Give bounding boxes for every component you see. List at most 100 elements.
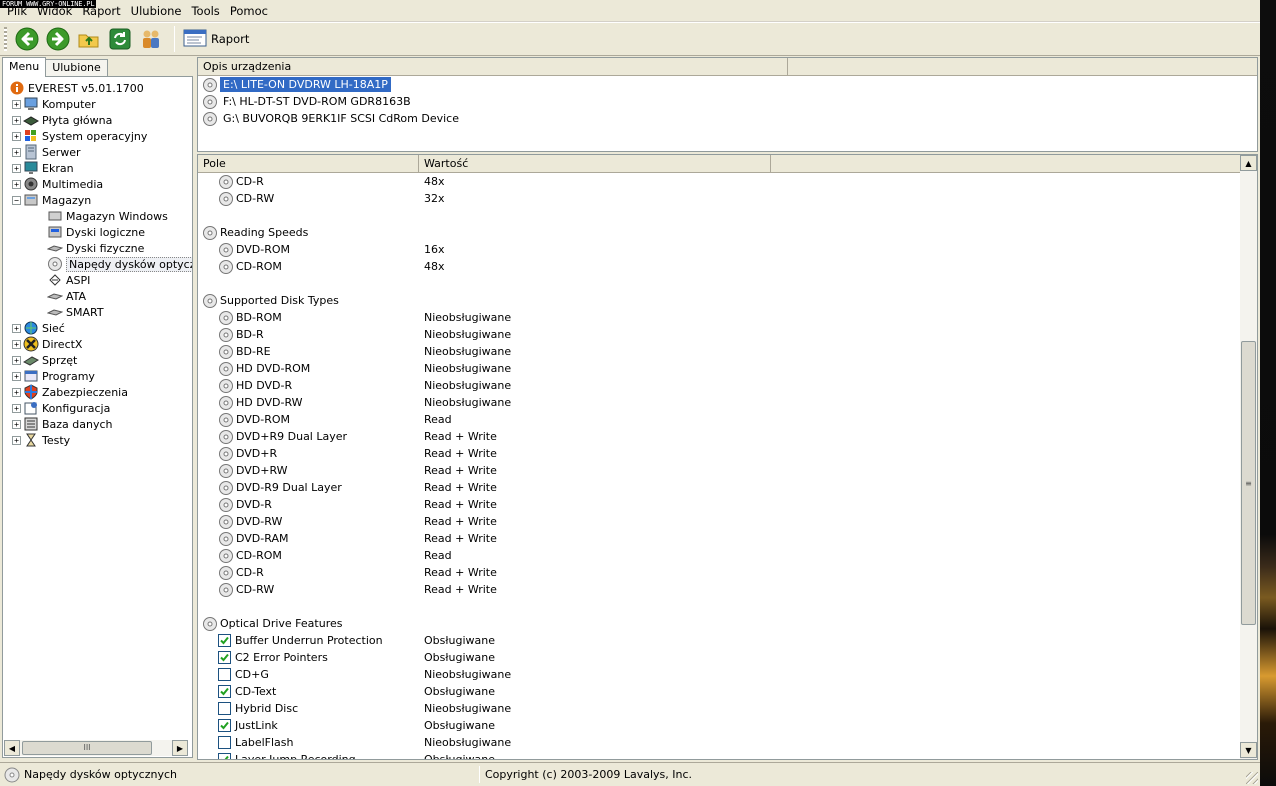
scroll-up-button[interactable]: ▲ (1240, 155, 1257, 171)
empty-column-header[interactable] (771, 155, 1241, 173)
value-column-header[interactable]: Wartość (419, 155, 771, 173)
scroll-track[interactable]: III (20, 740, 172, 756)
detail-row[interactable]: DVD+R9 Dual Layer Read + Write (198, 428, 1238, 445)
tree-item[interactable]: + Sieć (12, 320, 65, 336)
expand-toggle[interactable]: + (12, 323, 21, 333)
detail-row[interactable]: Layer Jump Recording Obsługiwane (198, 751, 1238, 759)
menu-help[interactable]: Pomoc (225, 1, 273, 20)
users-button[interactable] (137, 25, 165, 53)
device-row[interactable]: F:\ HL-DT-ST DVD-ROM GDR8163B (202, 93, 414, 110)
tree-subitem[interactable]: Dyski fizyczne (45, 240, 144, 256)
detail-row[interactable]: DVD-ROM 16x (198, 241, 1238, 258)
device-row[interactable]: G:\ BUVORQB 9ERK1IF SCSI CdRom Device (202, 110, 462, 127)
tree-item[interactable]: + DirectX (12, 336, 82, 352)
detail-row[interactable]: BD-ROM Nieobsługiwane (198, 309, 1238, 326)
detail-row[interactable]: DVD-R Read + Write (198, 496, 1238, 513)
group-header-row[interactable]: Optical Drive Features (198, 615, 1238, 632)
expand-toggle[interactable]: + (12, 355, 21, 365)
tree-item[interactable]: + System operacyjny (12, 128, 147, 144)
tree-item[interactable]: + Serwer (12, 144, 81, 160)
detail-row[interactable]: C2 Error Pointers Obsługiwane (198, 649, 1238, 666)
tree-item[interactable]: + Sprzęt (12, 352, 77, 368)
tree-item[interactable]: + Multimedia (12, 176, 103, 192)
detail-row[interactable]: CD-ROM 48x (198, 258, 1238, 275)
scroll-left-button[interactable]: ◀ (4, 740, 20, 756)
tree-subitem[interactable]: Dyski logiczne (45, 224, 145, 240)
device-description-column-header[interactable]: Opis urządzenia (198, 58, 788, 76)
navigation-tree[interactable]: EVEREST v5.01.1700 + Komputer + Płyta główna… (2, 76, 193, 758)
field-column-header[interactable]: Pole (198, 155, 419, 173)
expand-toggle[interactable]: + (12, 387, 21, 397)
menu-tools[interactable]: Tools (186, 1, 224, 20)
tree-item[interactable]: + Ekran (12, 160, 74, 176)
expand-toggle[interactable]: + (12, 163, 21, 173)
expand-toggle[interactable]: + (12, 131, 21, 141)
tree-subitem[interactable]: SMART (45, 304, 104, 320)
detail-row[interactable]: HD DVD-R Nieobsługiwane (198, 377, 1238, 394)
tree-subitem[interactable]: Napędy dysków optycznych (45, 256, 192, 272)
detail-row[interactable]: Buffer Underrun Protection Obsługiwane (198, 632, 1238, 649)
detail-row[interactable]: Hybrid Disc Nieobsługiwane (198, 700, 1238, 717)
detail-row[interactable]: CD-R Read + Write (198, 564, 1238, 581)
toolbar-grip[interactable] (4, 27, 7, 51)
detail-row[interactable]: DVD-RW Read + Write (198, 513, 1238, 530)
detail-row[interactable]: BD-R Nieobsługiwane (198, 326, 1238, 343)
resize-grip[interactable] (1246, 772, 1258, 784)
scroll-down-button[interactable]: ▼ (1240, 742, 1257, 758)
detail-row[interactable]: DVD-RAM Read + Write (198, 530, 1238, 547)
expand-toggle[interactable]: + (12, 403, 21, 413)
tree-horizontal-scrollbar[interactable]: ◀ III ▶ (4, 740, 188, 756)
details-vertical-scrollbar[interactable]: ▲ ≡ ▼ (1240, 155, 1257, 759)
tree-subitem[interactable]: ASPI (45, 272, 90, 288)
refresh-button[interactable] (106, 25, 134, 53)
expand-toggle[interactable]: + (12, 115, 21, 125)
device-row[interactable]: E:\ LITE-ON DVDRW LH-18A1P (202, 76, 391, 93)
detail-row[interactable]: DVD-R9 Dual Layer Read + Write (198, 479, 1238, 496)
expand-toggle[interactable]: − (12, 195, 21, 205)
tree-item[interactable]: + Konfiguracja (12, 400, 110, 416)
expand-toggle[interactable]: + (12, 147, 21, 157)
tree-item[interactable]: + Baza danych (12, 416, 113, 432)
detail-row[interactable]: DVD-ROM Read (198, 411, 1238, 428)
detail-row[interactable]: HD DVD-ROM Nieobsługiwane (198, 360, 1238, 377)
detail-row[interactable]: BD-RE Nieobsługiwane (198, 343, 1238, 360)
expand-toggle[interactable]: + (12, 419, 21, 429)
back-button[interactable] (13, 25, 41, 53)
scroll-thumb[interactable]: ≡ (1241, 341, 1256, 625)
group-header-row[interactable]: Supported Disk Types (198, 292, 1238, 309)
detail-row[interactable]: DVD+RW Read + Write (198, 462, 1238, 479)
tree-item[interactable]: + Testy (12, 432, 70, 448)
tree-item[interactable]: − Magazyn (12, 192, 91, 208)
up-folder-button[interactable] (75, 25, 103, 53)
tree-item[interactable]: + Komputer (12, 96, 96, 112)
detail-row[interactable]: CD-R 48x (198, 173, 1238, 190)
tree-root[interactable]: EVEREST v5.01.1700 (7, 80, 144, 96)
scroll-right-button[interactable]: ▶ (172, 740, 188, 756)
tree-item[interactable]: + Płyta główna (12, 112, 112, 128)
scroll-thumb[interactable]: III (22, 741, 152, 755)
detail-row[interactable]: CD-RW Read + Write (198, 581, 1238, 598)
detail-row[interactable]: CD+G Nieobsługiwane (198, 666, 1238, 683)
detail-row[interactable]: CD-Text Obsługiwane (198, 683, 1238, 700)
detail-row[interactable]: CD-ROM Read (198, 547, 1238, 564)
tab-menu[interactable]: Menu (2, 57, 47, 77)
empty-column-header[interactable] (788, 58, 1257, 76)
expand-toggle[interactable]: + (12, 371, 21, 381)
tree-subitem[interactable]: Magazyn Windows (45, 208, 168, 224)
detail-row[interactable]: JustLink Obsługiwane (198, 717, 1238, 734)
expand-toggle[interactable]: + (12, 435, 21, 445)
menu-favorites[interactable]: Ulubione (126, 1, 187, 20)
expand-toggle[interactable]: + (12, 179, 21, 189)
expand-toggle[interactable]: + (12, 99, 21, 109)
detail-row[interactable]: HD DVD-RW Nieobsługiwane (198, 394, 1238, 411)
tree-subitem[interactable]: ATA (45, 288, 86, 304)
detail-row[interactable]: LabelFlash Nieobsługiwane (198, 734, 1238, 751)
detail-row[interactable]: DVD+R Read + Write (198, 445, 1238, 462)
tab-favorites[interactable]: Ulubione (45, 59, 108, 77)
report-button[interactable]: Raport (181, 25, 255, 53)
tree-item[interactable]: + Zabezpieczenia (12, 384, 128, 400)
detail-row[interactable]: CD-RW 32x (198, 190, 1238, 207)
expand-toggle[interactable]: + (12, 339, 21, 349)
group-header-row[interactable]: Reading Speeds (198, 224, 1238, 241)
tree-item[interactable]: + Programy (12, 368, 95, 384)
